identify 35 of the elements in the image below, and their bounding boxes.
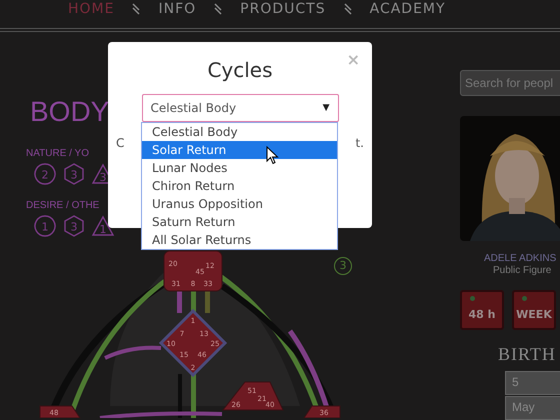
- dropdown-option[interactable]: Lunar Nodes: [142, 159, 337, 177]
- dropdown-option[interactable]: Saturn Return: [142, 213, 337, 231]
- date-field[interactable]: 5: [505, 371, 560, 395]
- nav-link[interactable]: PRODUCTS: [240, 1, 326, 17]
- divider-icon: [344, 2, 352, 16]
- description-text: t.: [355, 136, 364, 150]
- dropdown-option[interactable]: Celestial Body: [142, 123, 337, 141]
- cycle-select[interactable]: Celestial Body ▼: [142, 94, 338, 122]
- hexagon-number-badge: 3: [62, 214, 86, 238]
- dropdown-option[interactable]: All Solar Returns: [142, 231, 337, 249]
- triangle-number-badge: 1: [91, 214, 115, 238]
- person-role: Public Figure: [493, 265, 552, 276]
- nav-link[interactable]: INFO: [158, 1, 196, 17]
- group-label: NATURE / YO: [26, 148, 89, 159]
- person-name: ADELE ADKINS: [484, 253, 556, 264]
- divider-icon: [214, 2, 222, 16]
- period-button[interactable]: 48 h: [460, 290, 504, 330]
- body-heading: BODY: [30, 95, 110, 129]
- date-field[interactable]: May: [505, 396, 560, 420]
- circle-number-badge: 1: [33, 214, 57, 238]
- group-label: DESIRE / OTHE: [26, 200, 100, 211]
- search-field[interactable]: Search for peopl: [460, 70, 560, 96]
- hexagon-number-badge: 3: [62, 162, 86, 186]
- nav-link[interactable]: ACADEMY: [370, 1, 446, 17]
- circle-number-badge: 2: [33, 162, 57, 186]
- divider-icon: [132, 2, 140, 16]
- modal-title: Cycles: [207, 58, 273, 82]
- birth-heading: BIRTH: [498, 344, 556, 365]
- dropdown-option[interactable]: Uranus Opposition: [142, 195, 337, 213]
- cursor-icon: [266, 146, 279, 165]
- description-text: C: [116, 136, 124, 150]
- dropdown-option[interactable]: Chiron Return: [142, 177, 337, 195]
- number-badge: 3: [334, 257, 352, 275]
- period-button[interactable]: WEEK: [512, 290, 556, 330]
- dropdown-option[interactable]: Solar Return: [142, 141, 337, 159]
